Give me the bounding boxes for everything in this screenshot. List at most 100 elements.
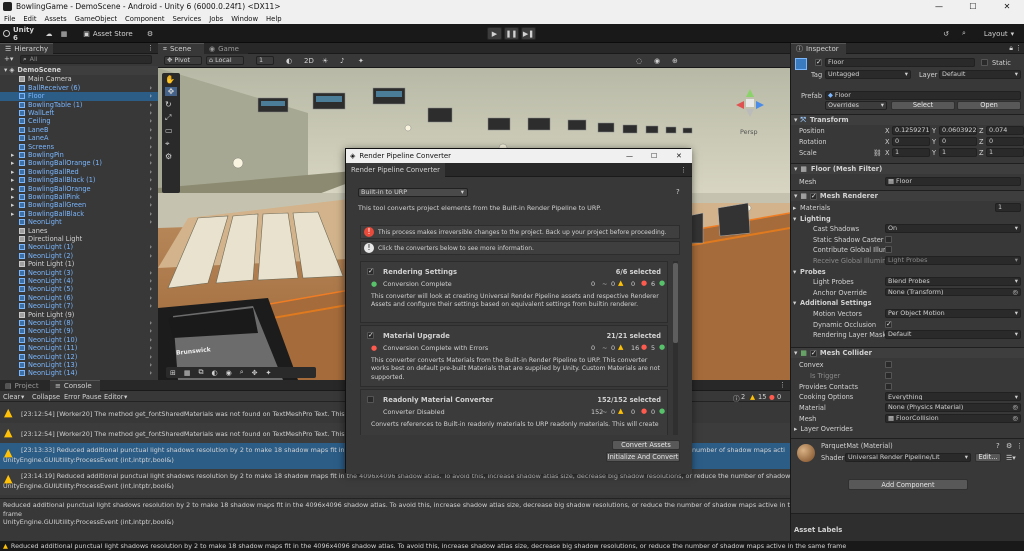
gizmo-icon[interactable]: ✥ bbox=[252, 369, 258, 377]
scale-tool-icon[interactable]: ⤢ bbox=[165, 113, 171, 123]
open-prefab-icon[interactable]: › bbox=[149, 269, 152, 277]
open-prefab-icon[interactable]: › bbox=[149, 117, 152, 125]
open-prefab-icon[interactable]: › bbox=[149, 285, 152, 293]
collab-icon[interactable]: ▦ bbox=[58, 27, 70, 40]
foldout-icon[interactable]: ▸ bbox=[793, 204, 796, 212]
error-count-icon[interactable]: ● bbox=[769, 393, 775, 401]
converter-list-scrollbar[interactable] bbox=[673, 261, 678, 435]
gizmos-icon[interactable]: ⊕ bbox=[672, 57, 678, 65]
expand-arrow-icon[interactable]: ▸ bbox=[11, 210, 19, 218]
object-name-field[interactable]: Floor bbox=[825, 58, 975, 67]
light-probes-dropdown[interactable]: Blend Probes ▾ bbox=[885, 277, 1021, 286]
open-prefab-icon[interactable]: › bbox=[149, 84, 152, 92]
hidden-objects-icon[interactable]: ◌ bbox=[636, 57, 642, 65]
rotate-tool-icon[interactable]: ↻ bbox=[165, 100, 172, 109]
collider-mesh-field[interactable]: ▦ FloorCollision ◎ bbox=[885, 414, 1021, 423]
snap-icon[interactable]: ⧉ bbox=[199, 368, 204, 377]
persp-label[interactable]: Persp bbox=[740, 128, 758, 136]
custom-tool-icon[interactable]: ⚙ bbox=[165, 152, 172, 161]
foldout-icon[interactable]: ▾ bbox=[793, 268, 796, 276]
transform-rotation-x-field[interactable]: 0 bbox=[892, 137, 930, 146]
audio-toggle-icon[interactable]: ♪ bbox=[340, 57, 344, 65]
expand-arrow-icon[interactable]: ▸ bbox=[11, 193, 19, 201]
converter-help-icon[interactable]: ? bbox=[676, 188, 680, 196]
transform-position-y-field[interactable]: 0.0603922 bbox=[939, 126, 977, 135]
open-prefab-icon[interactable]: › bbox=[149, 176, 152, 184]
expand-arrow-icon[interactable]: ▸ bbox=[11, 159, 19, 167]
hierarchy-item[interactable]: NeonLight (14) › bbox=[0, 369, 158, 378]
physics-material-field[interactable]: None (Physics Material) ◎ bbox=[885, 403, 1021, 412]
menu-jobs[interactable]: Jobs bbox=[205, 15, 227, 23]
tab-scene[interactable]: ⌗ Scene bbox=[158, 43, 204, 54]
open-prefab-icon[interactable]: › bbox=[149, 353, 152, 361]
initialize-convert-button[interactable]: Initialize And Convert bbox=[606, 452, 680, 462]
layer-overrides-row[interactable]: ▸ Layer Overrides bbox=[794, 425, 853, 433]
effects-icon[interactable]: ✦ bbox=[266, 369, 272, 377]
open-prefab-icon[interactable]: › bbox=[149, 126, 152, 134]
mesh-renderer-header[interactable]: ▾ ▦ Mesh Renderer bbox=[791, 190, 1024, 201]
minimize-button[interactable]: — bbox=[922, 0, 956, 13]
open-prefab-icon[interactable]: › bbox=[149, 92, 152, 100]
cast-shadows-dropdown[interactable]: On ▾ bbox=[885, 224, 1021, 233]
mesh-field[interactable]: ▦ Floor bbox=[885, 177, 1021, 186]
overrides-dropdown[interactable]: Overrides ▾ bbox=[825, 101, 887, 110]
cooking-options-field[interactable]: Everything ▾ bbox=[885, 392, 1021, 401]
step-button[interactable]: ▶❚ bbox=[521, 27, 536, 40]
tab-game[interactable]: ◉ Game bbox=[204, 43, 248, 54]
active-checkbox[interactable] bbox=[815, 58, 822, 66]
material-help-icon[interactable]: ? bbox=[996, 442, 1000, 450]
settings-gear-icon[interactable]: ⚙ bbox=[144, 27, 156, 40]
is-trigger-checkbox[interactable] bbox=[885, 371, 892, 379]
converter-card[interactable]: Readonly Material Converter 152/152 selec… bbox=[360, 389, 668, 435]
open-prefab-icon[interactable]: › bbox=[149, 210, 152, 218]
open-prefab-icon[interactable]: › bbox=[149, 134, 152, 142]
contribute-gi-checkbox[interactable] bbox=[885, 246, 892, 254]
error-pause-toggle[interactable]: Error Pause bbox=[64, 393, 102, 401]
open-prefab-icon[interactable]: › bbox=[149, 143, 152, 151]
converter-enabled-checkbox[interactable] bbox=[367, 331, 374, 339]
foldout-icon[interactable]: ▾ bbox=[793, 215, 796, 223]
menu-gameobject[interactable]: GameObject bbox=[71, 15, 121, 23]
zoom-icon[interactable]: ⌕ bbox=[240, 368, 244, 377]
info-count-icon[interactable]: ⓘ bbox=[733, 393, 740, 403]
close-button[interactable]: ✕ bbox=[990, 0, 1024, 13]
mesh-collider-header[interactable]: ▾ ▦ Mesh Collider bbox=[791, 347, 1024, 358]
converter-enabled-checkbox[interactable] bbox=[367, 267, 374, 275]
inspector-more-icon[interactable]: ⋮ bbox=[1015, 44, 1022, 52]
tag-dropdown[interactable]: Untagged ▾ bbox=[825, 70, 911, 79]
open-prefab-icon[interactable]: › bbox=[149, 168, 152, 176]
collapse-toggle[interactable]: Collapse bbox=[32, 393, 60, 401]
scene-root-row[interactable]: ▾ ◈ DemoScene bbox=[0, 66, 158, 75]
open-prefab-icon[interactable]: › bbox=[149, 159, 152, 167]
hierarchy-search-input[interactable]: ⌕ All bbox=[20, 55, 152, 64]
object-picker-icon[interactable]: ◎ bbox=[1012, 404, 1018, 411]
clear-chevron-icon[interactable]: ▾ bbox=[21, 393, 24, 401]
foldout-icon[interactable]: ▾ bbox=[793, 299, 796, 307]
expand-arrow-icon[interactable]: ▸ bbox=[11, 176, 19, 184]
object-picker-icon[interactable]: ◎ bbox=[1012, 415, 1018, 422]
link-icon[interactable]: ⛓ bbox=[873, 149, 881, 157]
menu-file[interactable]: File bbox=[0, 15, 19, 23]
transform-rotation-z-field[interactable]: 0 bbox=[986, 137, 1024, 146]
maximize-button[interactable]: ☐ bbox=[956, 0, 990, 13]
dialog-minimize-button[interactable]: — bbox=[626, 152, 633, 160]
layout-dropdown[interactable]: Layout ▾ bbox=[978, 27, 1020, 40]
expand-arrow-icon[interactable]: ▸ bbox=[11, 201, 19, 209]
prefab-field[interactable]: ◆ Floor bbox=[825, 91, 1021, 100]
converter-card[interactable]: Material Upgrade 21/21 selected ● Conversio… bbox=[360, 325, 668, 387]
status-message[interactable]: Reduced additional punctual light shadow… bbox=[11, 542, 846, 550]
chevron-down-icon[interactable]: ▾ bbox=[1015, 393, 1018, 400]
lock-icon[interactable]: 🔒︎ bbox=[1009, 44, 1013, 53]
menu-help[interactable]: Help bbox=[262, 15, 286, 23]
add-component-button[interactable]: Add Component bbox=[848, 479, 968, 490]
convert-assets-button[interactable]: Convert Assets bbox=[612, 440, 680, 450]
anchor-override-dropdown[interactable]: None (Transform) ◎ bbox=[885, 287, 1021, 297]
tab-render-pipeline-converter[interactable]: Render Pipeline Converter bbox=[346, 163, 445, 177]
mesh-collider-enabled-checkbox[interactable] bbox=[809, 349, 817, 357]
rect-tool-icon[interactable]: ▭ bbox=[165, 126, 173, 135]
material-settings-icon[interactable]: ⚙ bbox=[1006, 442, 1012, 450]
mesh-renderer-enabled-checkbox[interactable] bbox=[809, 192, 817, 200]
open-prefab-icon[interactable]: › bbox=[149, 252, 152, 260]
convex-checkbox[interactable] bbox=[885, 361, 892, 368]
transform-scale-z-field[interactable]: 1 bbox=[986, 148, 1024, 157]
